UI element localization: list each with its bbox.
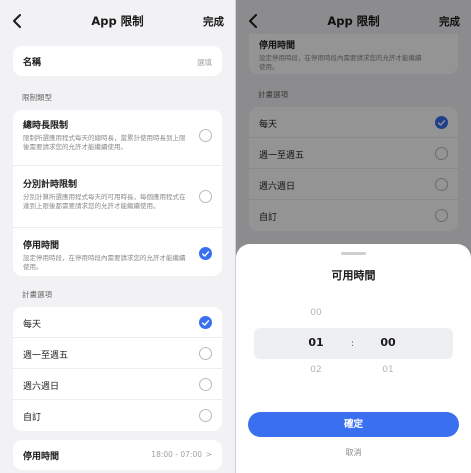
schedule-option-weekdays[interactable]: 週一至週五 bbox=[13, 338, 222, 369]
limit-type-total[interactable]: 總時長限制 限制所選應用程式每天的總時長，當累計使用時長到上限後需要請求您的允許… bbox=[13, 110, 222, 166]
sheet-grabber[interactable] bbox=[341, 252, 366, 255]
schedule-card: 每天 週一至週五 週六週日 自訂 bbox=[13, 307, 222, 431]
checkmark-icon bbox=[202, 250, 209, 257]
limit-type-separate[interactable]: 分別計時限制 分別計算所選應用程式每天的可用時長，每個應用程式在達到上限後都需要… bbox=[13, 166, 222, 228]
page-title: App 限制 bbox=[91, 14, 144, 28]
schedule-option-daily[interactable]: 每天 bbox=[13, 307, 222, 338]
time-separator: : bbox=[351, 339, 355, 349]
schedule-weekend-radio[interactable] bbox=[199, 378, 212, 391]
done-button[interactable]: 完成 bbox=[203, 14, 224, 29]
limit-type-downtime[interactable]: 停用時間 設定停用時段，在停用時段內需要請求您的允許才能繼續使用。 bbox=[13, 228, 222, 276]
schedule-option-custom[interactable]: 自訂 bbox=[13, 400, 222, 431]
limit-type-separate-desc: 分別計算所選應用程式每天的可用時長，每個應用程式在達到上限後都需要請求您的允許才… bbox=[23, 193, 186, 210]
limit-type-total-label: 總時長限制 bbox=[23, 121, 69, 131]
name-input[interactable]: 選填 bbox=[197, 57, 212, 68]
minute-selected[interactable]: 00 bbox=[368, 336, 408, 349]
limit-type-header: 限制類型 bbox=[22, 93, 52, 102]
time-picker-sheet: 可用時間 00 01 02 : 00 01 確定 取消 bbox=[236, 244, 471, 473]
confirm-button[interactable]: 確定 bbox=[248, 412, 459, 437]
limit-type-downtime-label: 停用時間 bbox=[23, 241, 60, 251]
sheet-title: 可用時間 bbox=[331, 269, 376, 282]
schedule-option-weekend[interactable]: 週六週日 bbox=[13, 369, 222, 400]
limit-type-separate-radio[interactable] bbox=[199, 190, 212, 203]
limit-type-downtime-radio[interactable] bbox=[199, 247, 212, 260]
schedule-daily-radio[interactable] bbox=[199, 316, 212, 329]
schedule-custom-radio[interactable] bbox=[199, 409, 212, 422]
schedule-option-label: 週一至週五 bbox=[23, 351, 69, 361]
navigation-bar: App 限制 完成 bbox=[0, 0, 235, 42]
app-limit-screen-with-picker: App 限制 完成 停用時間 設定停用時段，在停用時段內需要請求您的允許才能繼續… bbox=[236, 0, 471, 473]
schedule-weekdays-radio[interactable] bbox=[199, 347, 212, 360]
name-card: 名稱 選填 bbox=[13, 46, 222, 76]
schedule-option-label: 自訂 bbox=[23, 413, 42, 423]
schedule-option-label: 週六週日 bbox=[23, 382, 60, 392]
downtime-label: 停用時間 bbox=[23, 452, 60, 462]
schedule-header: 計畫選項 bbox=[22, 290, 52, 299]
downtime-value: 18:00 - 07:00 bbox=[151, 450, 202, 459]
limit-type-separate-label: 分別計時限制 bbox=[23, 180, 78, 190]
hour-selected[interactable]: 01 bbox=[296, 336, 336, 349]
limit-type-downtime-desc: 設定停用時段，在停用時段內需要請求您的允許才能繼續使用。 bbox=[23, 254, 186, 271]
limit-type-total-desc: 限制所選應用程式每天的總時長，當累計使用時長到上限後需要請求您的允許才能繼續使用… bbox=[23, 134, 186, 151]
hour-option[interactable]: 00 bbox=[296, 308, 336, 318]
limit-type-card: 總時長限制 限制所選應用程式每天的總時長，當累計使用時長到上限後需要請求您的允許… bbox=[13, 110, 222, 276]
schedule-option-label: 每天 bbox=[23, 320, 42, 330]
chevron-right-icon: > bbox=[205, 450, 212, 459]
hour-option[interactable]: 02 bbox=[296, 365, 336, 375]
name-row[interactable]: 名稱 選填 bbox=[13, 46, 222, 76]
name-label: 名稱 bbox=[23, 58, 42, 68]
app-limit-screen: App 限制 完成 名稱 選填 限制類型 總時長限制 限制所選應用程式每天的總時… bbox=[0, 0, 235, 473]
downtime-card: 停用時間 18:00 - 07:00 > bbox=[13, 440, 222, 470]
minute-option[interactable]: 01 bbox=[368, 365, 408, 375]
limit-type-total-radio[interactable] bbox=[199, 129, 212, 142]
cancel-button[interactable]: 取消 bbox=[236, 447, 471, 458]
checkmark-icon bbox=[202, 319, 209, 326]
downtime-row[interactable]: 停用時間 18:00 - 07:00 > bbox=[13, 440, 222, 470]
